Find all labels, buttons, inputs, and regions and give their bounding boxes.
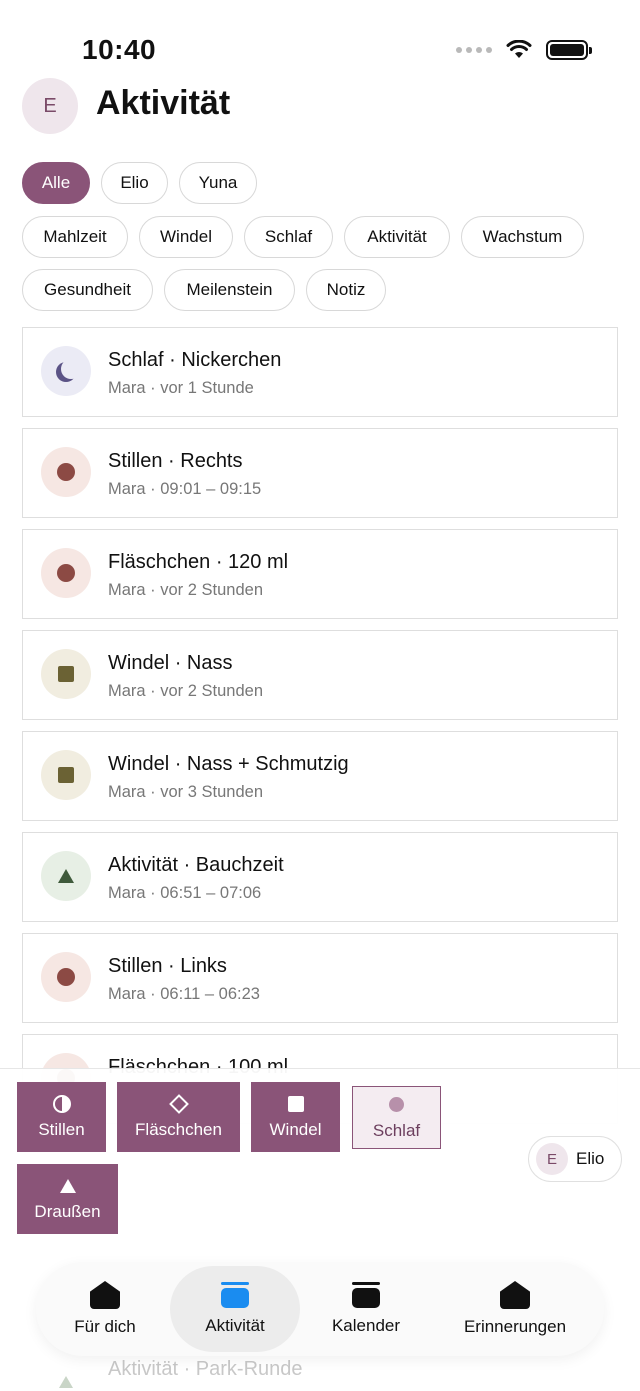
entry-subtitle: Mara · 06:51 – 07:06 xyxy=(108,884,262,902)
filter-chip-all[interactable]: Alle xyxy=(22,162,90,204)
quick-log-label: Schlaf xyxy=(372,1120,421,1140)
diamond-icon xyxy=(168,1094,189,1114)
child-filter-row: Alle Elio Yuna xyxy=(22,162,257,204)
calendar-icon xyxy=(352,1282,380,1308)
list-item[interactable]: Stillen · Links Mara · 06:11 – 06:23 xyxy=(22,933,618,1023)
child-switch-button[interactable]: E Elio xyxy=(528,1136,622,1182)
tab-bar: Für dich Aktivität Kalender Erinnerungen xyxy=(36,1262,604,1356)
quick-log-windel-button[interactable]: Windel xyxy=(251,1082,340,1152)
wifi-icon xyxy=(506,40,532,58)
square-icon xyxy=(41,649,91,699)
dot-icon xyxy=(41,548,91,598)
moon-icon xyxy=(41,346,91,396)
entry-title: Fläschchen · 120 ml xyxy=(108,551,289,573)
status-time: 10:40 xyxy=(82,34,157,65)
half-circle-icon xyxy=(52,1095,71,1113)
filter-chip-gesundheit[interactable]: Gesundheit xyxy=(22,269,153,311)
entry-title: Aktivität · Bauchzeit xyxy=(108,854,284,876)
battery-icon xyxy=(546,40,592,60)
child-name: Elio xyxy=(576,1149,605,1168)
ghost-entry-title: Aktivität · Park-Runde xyxy=(108,1358,303,1380)
dot-icon xyxy=(389,1097,404,1112)
quick-log-label: Fläschchen xyxy=(135,1120,222,1139)
triangle-icon xyxy=(59,1376,73,1388)
list-item[interactable]: Windel · Nass Mara · vor 2 Stunden xyxy=(22,630,618,720)
bell-icon xyxy=(500,1281,530,1309)
entry-subtitle: Mara · 09:01 – 09:15 xyxy=(108,480,262,498)
filter-chip-windel[interactable]: Windel xyxy=(139,216,233,258)
quick-log-schlaf-button[interactable]: Schlaf xyxy=(352,1086,441,1149)
triangle-icon xyxy=(41,851,91,901)
tab-fuer-dich[interactable]: Für dich xyxy=(54,1266,156,1352)
entry-subtitle: Mara · vor 2 Stunden xyxy=(108,581,263,599)
square-icon xyxy=(41,750,91,800)
quick-log-label: Windel xyxy=(269,1120,322,1139)
list-item[interactable]: Windel · Nass + Schmutzig Mara · vor 3 S… xyxy=(22,731,618,821)
filter-chip-mahlzeit[interactable]: Mahlzeit xyxy=(22,216,128,258)
filter-chip-wachstum[interactable]: Wachstum xyxy=(461,216,584,258)
filter-chip-yuna[interactable]: Yuna xyxy=(179,162,257,204)
status-icons xyxy=(456,40,592,60)
tab-label: Kalender xyxy=(331,1316,401,1335)
entry-title: Stillen · Rechts xyxy=(108,450,243,472)
entry-title: Schlaf · Nickerchen xyxy=(108,349,282,371)
entry-title: Stillen · Links xyxy=(108,955,227,977)
status-bar: 10:40 xyxy=(0,0,640,80)
quick-log-label: Draußen xyxy=(34,1202,101,1221)
square-icon xyxy=(287,1096,304,1112)
activity-list: Schlaf · Nickerchen Mara · vor 1 Stunde … xyxy=(22,327,618,1135)
page-title: Aktivität xyxy=(96,84,231,122)
filter-chip-meilenstein[interactable]: Meilenstein xyxy=(164,269,295,311)
list-icon xyxy=(221,1282,249,1308)
triangle-icon xyxy=(59,1179,76,1193)
signal-icon xyxy=(456,47,492,53)
category-filter-row-2: Gesundheit Meilenstein Notiz xyxy=(22,269,386,311)
category-filter-row-1: Mahlzeit Windel Schlaf Aktivität Wachstu… xyxy=(22,216,584,258)
entry-subtitle: Mara · vor 3 Stunden xyxy=(108,783,263,801)
quick-log-label: Stillen xyxy=(38,1120,85,1139)
tab-erinnerungen[interactable]: Erinnerungen xyxy=(450,1266,580,1352)
list-item[interactable]: Aktivität · Bauchzeit Mara · 06:51 – 07:… xyxy=(22,832,618,922)
filter-chip-notiz[interactable]: Notiz xyxy=(306,269,386,311)
entry-title: Windel · Nass + Schmutzig xyxy=(108,753,349,775)
filter-chip-elio[interactable]: Elio xyxy=(101,162,168,204)
entry-subtitle: Mara · vor 1 Stunde xyxy=(108,379,254,397)
tab-label: Aktivität xyxy=(205,1316,265,1335)
tab-label: Für dich xyxy=(74,1317,136,1336)
entry-subtitle: Mara · vor 2 Stunden xyxy=(108,682,263,700)
tab-aktivitaet[interactable]: Aktivität xyxy=(170,1266,300,1352)
dot-icon xyxy=(41,447,91,497)
profile-avatar[interactable]: E xyxy=(22,78,78,134)
filter-chip-schlaf[interactable]: Schlaf xyxy=(244,216,333,258)
list-item[interactable]: Schlaf · Nickerchen Mara · vor 1 Stunde xyxy=(22,327,618,417)
child-avatar: E xyxy=(536,1143,568,1175)
entry-title: Windel · Nass xyxy=(108,652,233,674)
quick-log-flaeschchen-button[interactable]: Fläschchen xyxy=(117,1082,240,1152)
entry-subtitle: Mara · 06:11 – 06:23 xyxy=(108,985,260,1003)
filter-chip-aktivitaet[interactable]: Aktivität xyxy=(344,216,450,258)
tab-kalender[interactable]: Kalender xyxy=(316,1266,416,1352)
tab-label: Erinnerungen xyxy=(463,1317,567,1336)
house-icon xyxy=(90,1281,120,1309)
list-item[interactable]: Fläschchen · 120 ml Mara · vor 2 Stunden xyxy=(22,529,618,619)
quick-log-draussen-button[interactable]: Draußen xyxy=(17,1164,118,1234)
list-item[interactable]: Stillen · Rechts Mara · 09:01 – 09:15 xyxy=(22,428,618,518)
dot-icon xyxy=(41,952,91,1002)
quick-log-stillen-button[interactable]: Stillen xyxy=(17,1082,106,1152)
